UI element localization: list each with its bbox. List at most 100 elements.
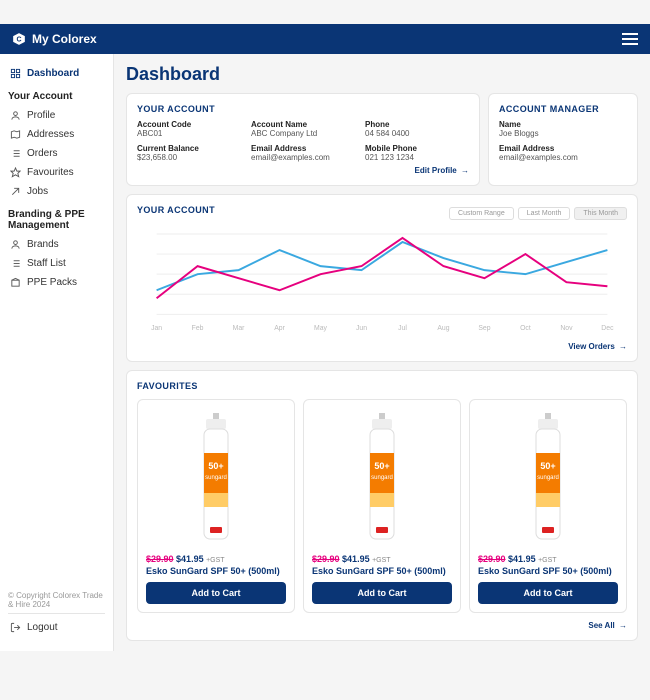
- chart-card: YOUR ACCOUNT Custom Range Last Month Thi…: [126, 194, 638, 362]
- svg-text:Apr: Apr: [274, 325, 285, 332]
- star-icon: [10, 167, 21, 178]
- add-to-cart-button[interactable]: Add to Cart: [146, 582, 286, 604]
- price: $29.90 $41.95 +GST: [312, 554, 452, 564]
- sidebar-item-ppe[interactable]: PPE Packs: [8, 273, 105, 292]
- package-icon: [10, 277, 21, 288]
- range-lastmonth-button[interactable]: Last Month: [518, 207, 571, 220]
- label: Name: [499, 120, 627, 129]
- label: Current Balance: [137, 144, 241, 153]
- sidebar-item-jobs[interactable]: Jobs: [8, 182, 105, 201]
- price-gst: +GST: [206, 557, 224, 564]
- topbar: C My Colorex: [0, 24, 650, 54]
- brand[interactable]: C My Colorex: [12, 32, 97, 46]
- add-to-cart-button[interactable]: Add to Cart: [312, 582, 452, 604]
- price-new: $41.95: [342, 554, 370, 564]
- svg-text:Jul: Jul: [398, 325, 407, 332]
- price-new: $41.95: [508, 554, 536, 564]
- svg-text:Nov: Nov: [560, 325, 573, 332]
- brand-logo-icon: C: [12, 32, 26, 46]
- label: Account Code: [137, 120, 241, 129]
- main: Dashboard YOUR ACCOUNT Account CodeABC01…: [114, 54, 650, 651]
- range-buttons: Custom Range Last Month This Month: [449, 207, 627, 220]
- see-all-link[interactable]: See All →: [137, 621, 627, 630]
- range-custom-button[interactable]: Custom Range: [449, 207, 514, 220]
- price-new: $41.95: [176, 554, 204, 564]
- svg-text:Aug: Aug: [437, 325, 449, 332]
- arrow-right-icon: →: [619, 342, 627, 351]
- price: $29.90 $41.95 +GST: [478, 554, 618, 564]
- sidebar-item-staff[interactable]: Staff List: [8, 254, 105, 273]
- sidebar-item-favourites[interactable]: Favourites: [8, 163, 105, 182]
- arrow-right-icon: →: [619, 621, 627, 630]
- label: Phone: [365, 120, 469, 129]
- sidebar-heading-account: Your Account: [8, 91, 105, 102]
- value: email@examples.com: [499, 153, 627, 162]
- price-old: $29.90: [478, 554, 506, 564]
- card-heading: YOUR ACCOUNT: [137, 205, 215, 215]
- range-thismonth-button[interactable]: This Month: [574, 207, 627, 220]
- svg-text:50+: 50+: [208, 461, 223, 471]
- your-account-card: YOUR ACCOUNT Account CodeABC01 Account N…: [126, 93, 480, 186]
- sidebar-item-profile[interactable]: Profile: [8, 106, 105, 125]
- price-gst: +GST: [538, 557, 556, 564]
- arrow-upright-icon: [10, 186, 21, 197]
- value: 021 123 1234: [365, 153, 469, 162]
- product-image: 50+ sungard: [196, 413, 236, 543]
- sidebar-item-addresses[interactable]: Addresses: [8, 125, 105, 144]
- label: Mobile Phone: [365, 144, 469, 153]
- sidebar-item-brands[interactable]: Brands: [8, 235, 105, 254]
- value: ABC Company Ltd: [251, 129, 355, 138]
- svg-text:sungard: sungard: [537, 475, 559, 481]
- svg-text:Sep: Sep: [478, 325, 490, 332]
- list-icon: [10, 148, 21, 159]
- sidebar-heading-branding: Branding & PPE Management: [8, 209, 105, 231]
- value: Joe Bloggs: [499, 129, 627, 138]
- value: $23,658.00: [137, 153, 241, 162]
- label: Account Name: [251, 120, 355, 129]
- value: 04 584 0400: [365, 129, 469, 138]
- price: $29.90 $41.95 +GST: [146, 554, 286, 564]
- add-to-cart-button[interactable]: Add to Cart: [478, 582, 618, 604]
- brand-name: My Colorex: [32, 32, 97, 46]
- svg-text:Jun: Jun: [356, 325, 367, 332]
- account-manager-card: ACCOUNT MANAGER Name Joe Bloggs Email Ad…: [488, 93, 638, 186]
- sidebar-item-orders[interactable]: Orders: [8, 144, 105, 163]
- product-card: 50+ sungard $29.90 $41.95 +GST Esko SunG…: [137, 399, 295, 613]
- chart: Jan Feb Mar Apr May Jun Jul Aug Sep Oct Nov Dec: [137, 227, 627, 337]
- product-name: Esko SunGard SPF 50+ (500ml): [312, 566, 452, 576]
- svg-text:May: May: [314, 325, 328, 332]
- grid-icon: [10, 68, 21, 79]
- product-image: 50+ sungard: [362, 413, 402, 543]
- svg-text:Feb: Feb: [192, 325, 204, 332]
- svg-text:sungard: sungard: [371, 475, 393, 481]
- value: email@examples.com: [251, 153, 355, 162]
- svg-text:50+: 50+: [540, 461, 555, 471]
- card-heading: ACCOUNT MANAGER: [499, 104, 627, 114]
- product-card: 50+ sungard $29.90 $41.95 +GST Esko SunG…: [469, 399, 627, 613]
- menu-icon[interactable]: [622, 33, 638, 45]
- product-image: 50+ sungard: [528, 413, 568, 543]
- map-icon: [10, 129, 21, 140]
- svg-text:Jan: Jan: [151, 325, 162, 332]
- product-card: 50+ sungard $29.90 $41.95 +GST Esko SunG…: [303, 399, 461, 613]
- svg-text:C: C: [16, 36, 21, 43]
- card-heading: YOUR ACCOUNT: [137, 104, 469, 114]
- svg-text:Mar: Mar: [233, 325, 246, 332]
- arrow-right-icon: →: [461, 166, 469, 175]
- logout-button[interactable]: Logout: [8, 614, 105, 641]
- product-name: Esko SunGard SPF 50+ (500ml): [478, 566, 618, 576]
- card-heading: FAVOURITES: [137, 381, 627, 391]
- tag-icon: [10, 239, 21, 250]
- price-old: $29.90: [312, 554, 340, 564]
- edit-profile-link[interactable]: Edit Profile →: [137, 166, 469, 175]
- sidebar-item-dashboard[interactable]: Dashboard: [8, 64, 105, 83]
- page-title: Dashboard: [126, 64, 638, 85]
- label: Email Address: [251, 144, 355, 153]
- copyright: © Copyright Colorex Trade & Hire 2024: [8, 587, 105, 614]
- svg-text:Oct: Oct: [520, 325, 531, 332]
- view-orders-link[interactable]: View Orders →: [137, 342, 627, 351]
- svg-text:sungard: sungard: [205, 475, 227, 481]
- product-name: Esko SunGard SPF 50+ (500ml): [146, 566, 286, 576]
- svg-text:Dec: Dec: [601, 325, 614, 332]
- svg-text:50+: 50+: [374, 461, 389, 471]
